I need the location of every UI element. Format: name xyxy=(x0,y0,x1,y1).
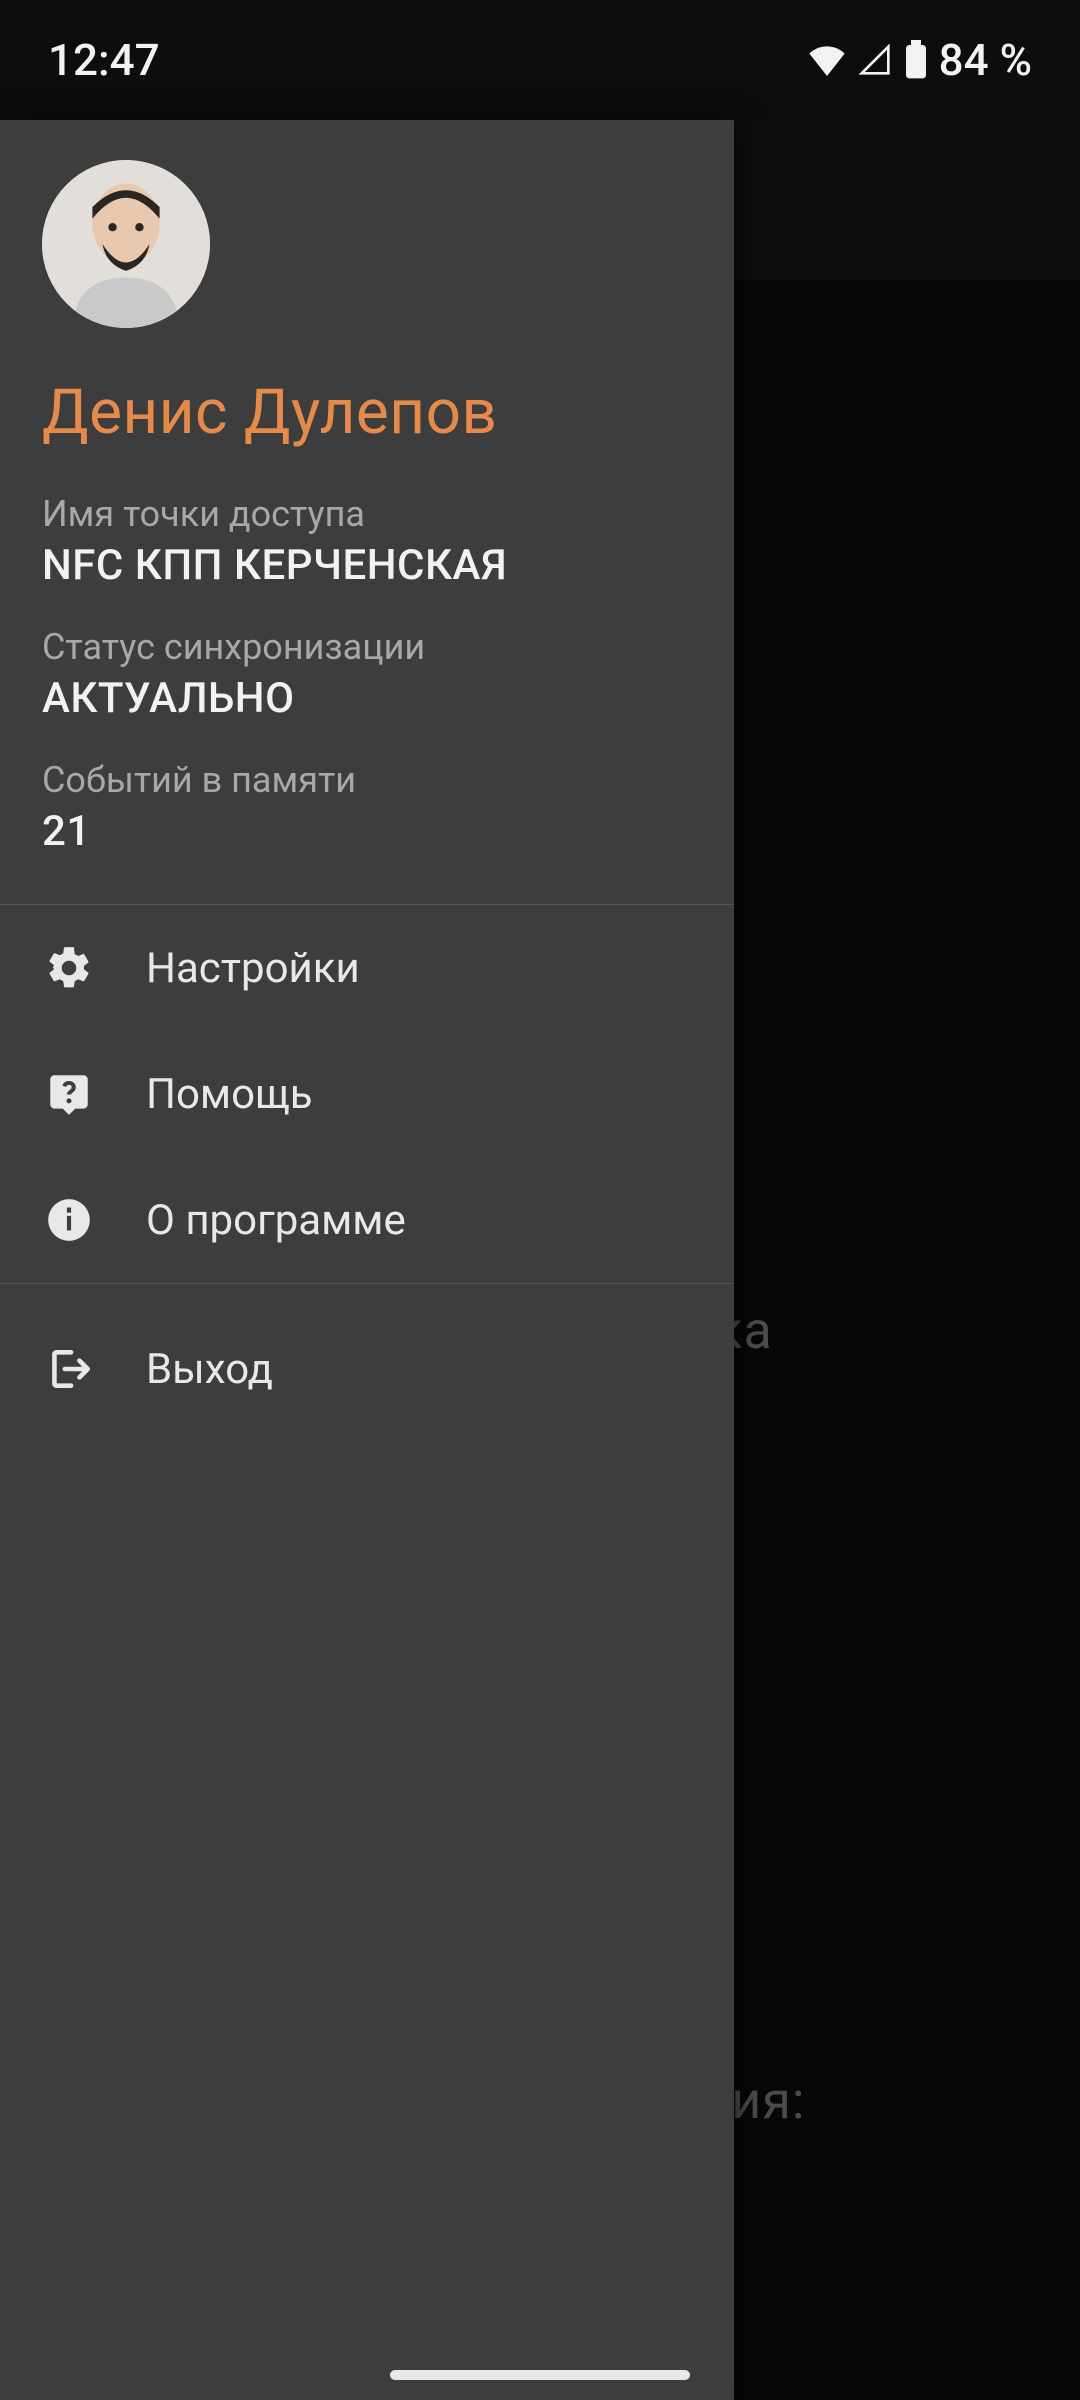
navigation-drawer: Денис Дулепов Имя точки доступа NFC КПП … xyxy=(0,120,734,2400)
drawer-header: Денис Дулепов Имя точки доступа NFC КПП … xyxy=(0,120,734,905)
info-sync-status: Статус синхронизации АКТУАЛЬНО xyxy=(42,626,692,723)
gear-icon xyxy=(42,941,96,995)
info-icon xyxy=(42,1193,96,1247)
menu-label: Выход xyxy=(146,1345,273,1394)
menu-label: Настройки xyxy=(146,944,360,993)
menu-secondary: Выход xyxy=(0,1284,734,1454)
info-events-count: Событий в памяти 21 xyxy=(42,759,692,856)
menu-item-settings[interactable]: Настройки xyxy=(0,905,734,1031)
avatar-image xyxy=(42,160,210,328)
menu-primary: Настройки Помощь О программе xyxy=(0,905,734,1284)
logout-icon xyxy=(42,1342,96,1396)
battery-icon xyxy=(903,40,929,80)
user-name: Денис Дулепов xyxy=(42,376,692,449)
status-time: 12:47 xyxy=(48,34,160,86)
wifi-icon xyxy=(807,44,847,76)
status-right: 84 % xyxy=(807,34,1032,86)
info-label: Статус синхронизации xyxy=(42,626,692,668)
menu-item-logout[interactable]: Выход xyxy=(0,1284,734,1454)
battery-percent: 84 % xyxy=(939,34,1032,86)
menu-item-about[interactable]: О программе xyxy=(0,1157,734,1283)
avatar[interactable] xyxy=(42,160,210,328)
status-bar: 12:47 84 % xyxy=(0,0,1080,120)
info-label: Имя точки доступа xyxy=(42,493,692,535)
help-icon xyxy=(42,1067,96,1121)
info-access-point: Имя точки доступа NFC КПП КЕРЧЕНСКАЯ xyxy=(42,493,692,590)
menu-label: Помощь xyxy=(146,1070,313,1119)
info-value: NFC КПП КЕРЧЕНСКАЯ xyxy=(42,541,692,590)
info-value: 21 xyxy=(42,807,692,856)
menu-item-help[interactable]: Помощь xyxy=(0,1031,734,1157)
info-value: АКТУАЛЬНО xyxy=(42,674,692,723)
menu-label: О программе xyxy=(146,1196,406,1245)
signal-icon xyxy=(857,44,893,76)
home-indicator[interactable] xyxy=(390,2370,690,2380)
info-label: Событий в памяти xyxy=(42,759,692,801)
